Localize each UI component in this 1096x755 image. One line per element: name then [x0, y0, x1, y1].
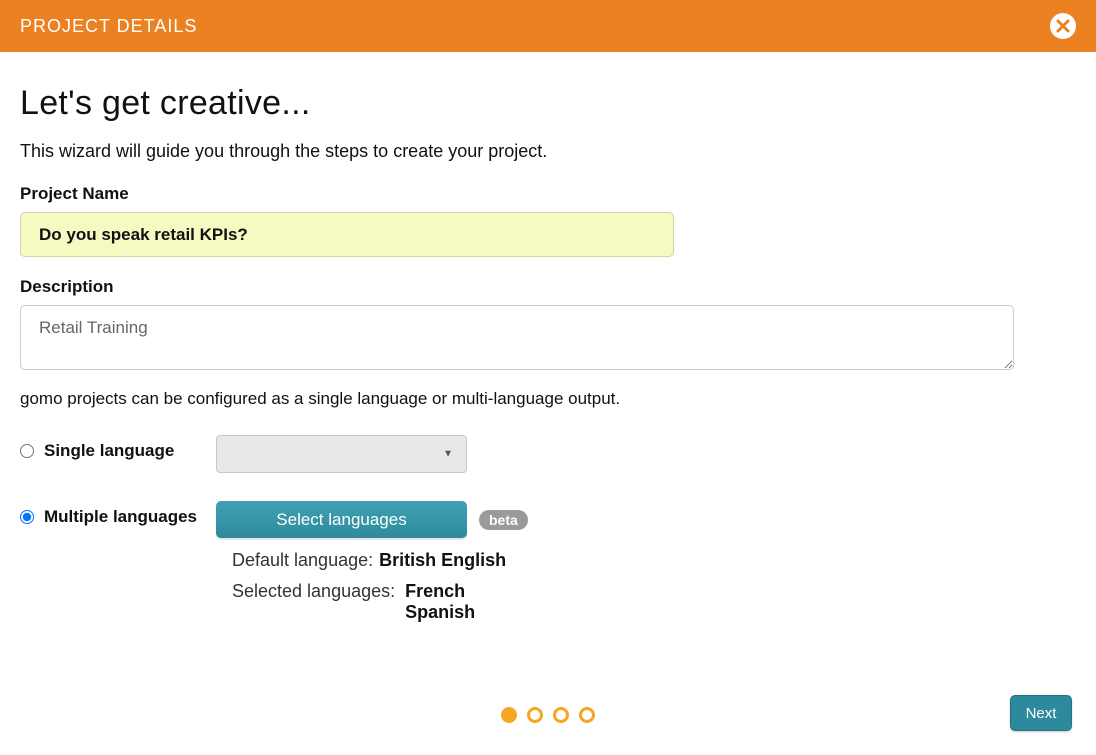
select-languages-button[interactable]: Select languages [216, 501, 467, 538]
single-language-label: Single language [44, 441, 174, 461]
header-title: PROJECT DETAILS [20, 16, 197, 37]
single-language-radio-wrap[interactable]: Single language [20, 435, 216, 461]
modal-header: PROJECT DETAILS [0, 0, 1096, 52]
step-dot-4[interactable] [579, 707, 595, 723]
selected-languages-row: Selected languages: French Spanish [216, 581, 1076, 623]
default-language-value: British English [379, 550, 506, 571]
wizard-stepper [501, 707, 595, 723]
default-language-label: Default language: [232, 550, 373, 571]
single-language-row: Single language ▼ [20, 435, 1076, 473]
modal-content: Let's get creative... This wizard will g… [0, 52, 1096, 653]
multiple-languages-row: Multiple languages Select languages beta [20, 501, 1076, 538]
single-language-select-wrap: ▼ [216, 435, 467, 473]
default-language-row: Default language: British English [216, 550, 1076, 571]
close-icon [1056, 19, 1070, 33]
description-label: Description [20, 277, 1076, 297]
single-language-select[interactable] [216, 435, 467, 473]
project-name-input[interactable] [20, 212, 674, 257]
selected-language-item: French [405, 581, 475, 602]
selected-languages-list: French Spanish [405, 581, 475, 623]
single-language-radio[interactable] [20, 444, 34, 458]
modal-footer: Next [0, 695, 1096, 735]
close-button[interactable] [1050, 13, 1076, 39]
page-title: Let's get creative... [20, 84, 1076, 123]
description-textarea[interactable] [20, 305, 1014, 370]
next-button[interactable]: Next [1010, 695, 1072, 731]
language-helper-text: gomo projects can be configured as a sin… [20, 389, 1076, 409]
multiple-languages-radio[interactable] [20, 510, 34, 524]
languages-info-block: Default language: British English Select… [216, 550, 1076, 623]
step-dot-3[interactable] [553, 707, 569, 723]
step-dot-2[interactable] [527, 707, 543, 723]
selected-languages-label: Selected languages: [232, 581, 395, 623]
project-name-label: Project Name [20, 184, 1076, 204]
page-subtitle: This wizard will guide you through the s… [20, 141, 1076, 162]
beta-badge: beta [479, 510, 528, 530]
multiple-languages-radio-wrap[interactable]: Multiple languages [20, 501, 216, 527]
multiple-languages-controls: Select languages beta [216, 501, 528, 538]
multiple-languages-label: Multiple languages [44, 507, 197, 527]
step-dot-1[interactable] [501, 707, 517, 723]
selected-language-item: Spanish [405, 602, 475, 623]
